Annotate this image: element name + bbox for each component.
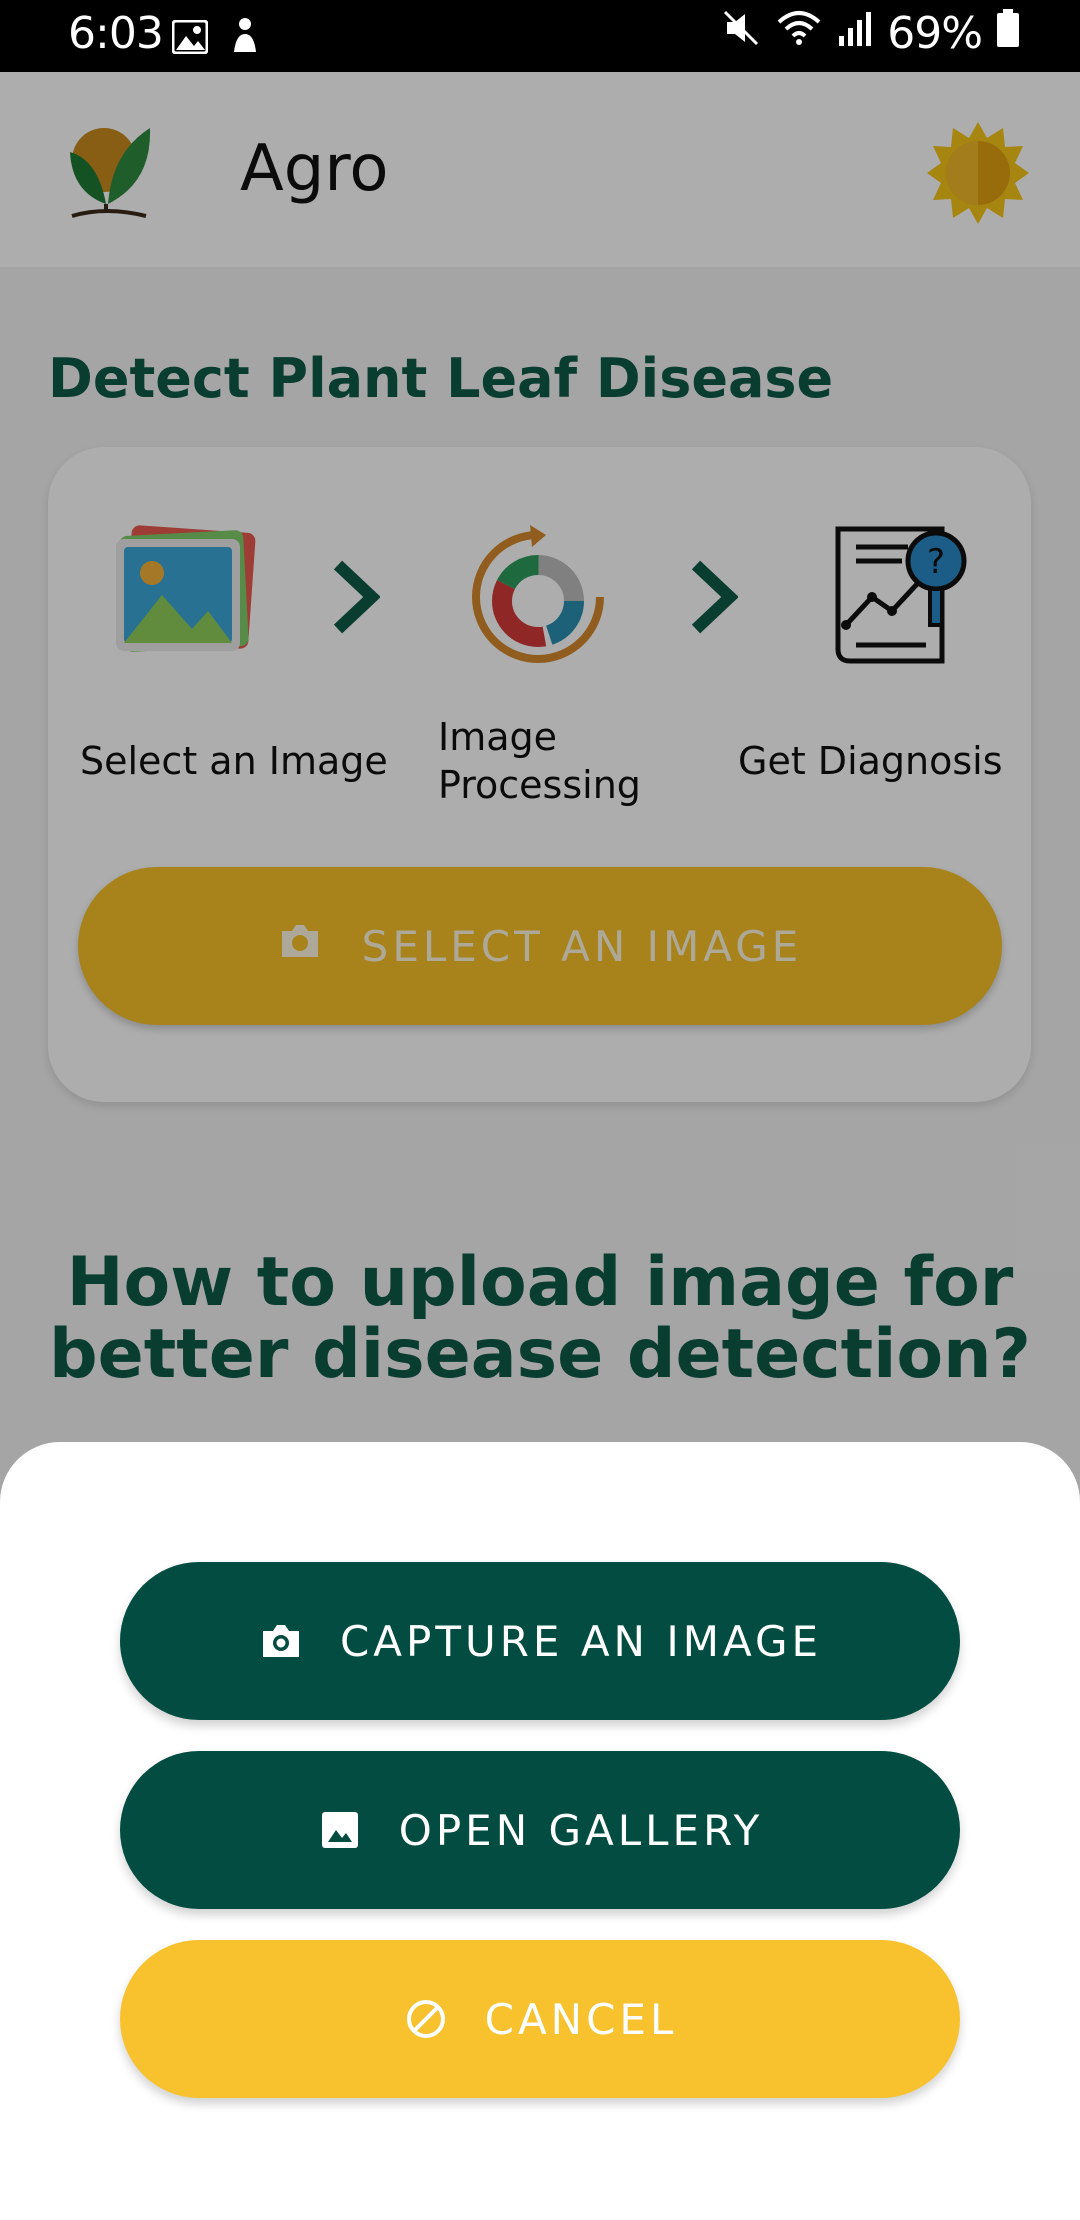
open-gallery-button[interactable]: OPEN GALLERY <box>120 1751 960 1909</box>
status-bar: 6:03 69% <box>0 0 1080 72</box>
status-time: 6:03 <box>68 8 164 59</box>
cancel-button[interactable]: CANCEL <box>120 1940 960 2098</box>
capture-image-button[interactable]: CAPTURE AN IMAGE <box>120 1562 960 1720</box>
open-gallery-label: OPEN GALLERY <box>398 1805 764 1855</box>
battery-percent: 69% <box>887 8 983 59</box>
gallery-icon <box>317 1807 363 1853</box>
cancel-label: CANCEL <box>484 1994 678 2044</box>
image-notification-icon <box>171 14 209 65</box>
wifi-icon <box>775 8 823 59</box>
signal-icon <box>837 8 873 59</box>
capture-image-label: CAPTURE AN IMAGE <box>339 1616 823 1666</box>
battery-icon <box>996 8 1020 59</box>
cancel-icon <box>403 1996 449 2042</box>
camera-icon <box>258 1618 304 1664</box>
mute-vibrate-icon <box>721 8 761 59</box>
bottom-sheet: CAPTURE AN IMAGE OPEN GALLERY CANCEL <box>0 1442 1080 2220</box>
app-notification-icon <box>230 14 260 65</box>
